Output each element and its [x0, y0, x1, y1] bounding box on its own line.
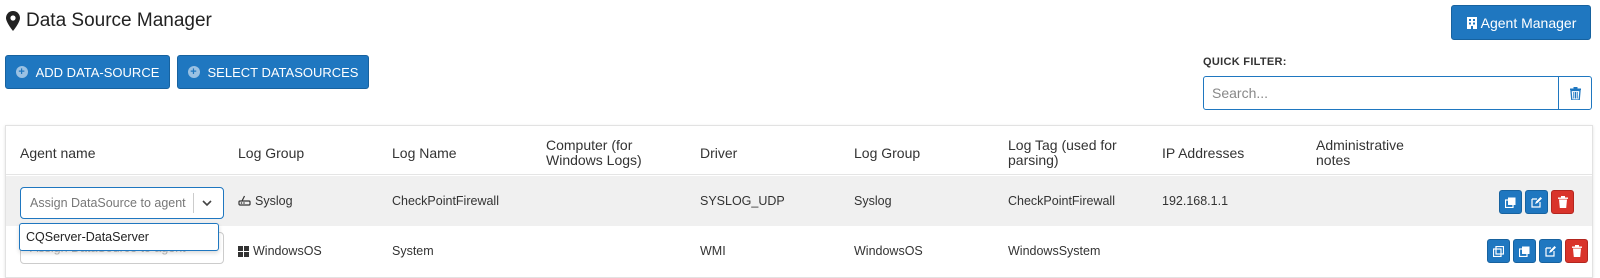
log-name-cell: CheckPointFirewall [392, 194, 499, 208]
log-group-2-cell: Syslog [854, 194, 892, 208]
log-group-text: Syslog [255, 194, 293, 208]
edit-icon [1545, 245, 1556, 257]
column-header-log-group-2[interactable]: Log Group [854, 136, 920, 170]
agent-manager-label: Agent Manager [1480, 14, 1577, 31]
clear-filter-button[interactable] [1558, 76, 1592, 110]
copy-button[interactable] [1513, 239, 1536, 263]
quick-filter-label: QUICK FILTER: [1203, 56, 1287, 68]
select-datasources-button[interactable]: + SELECT DATASOURCES [177, 55, 369, 89]
page-title: Data Source Manager [6, 8, 212, 34]
select-divider [193, 193, 194, 213]
page-title-text: Data Source Manager [26, 10, 212, 31]
column-header-log-group[interactable]: Log Group [238, 136, 304, 170]
column-header-ip-addresses[interactable]: IP Addresses [1162, 136, 1244, 170]
header-divider [6, 174, 1592, 175]
delete-button[interactable] [1551, 190, 1574, 214]
network-icon [238, 195, 251, 206]
delete-button[interactable] [1565, 239, 1588, 263]
log-group-2-cell: WindowsOS [854, 244, 923, 258]
trash-icon [1571, 245, 1582, 257]
copy-button[interactable] [1499, 190, 1522, 214]
agent-select[interactable]: Assign DataSource to agent [20, 187, 224, 219]
chevron-down-icon [202, 200, 212, 207]
agent-dropdown-option[interactable]: CQServer-DataServer [19, 223, 219, 251]
column-header-agent-name[interactable]: Agent name [20, 136, 96, 170]
column-header-driver[interactable]: Driver [700, 136, 737, 170]
add-data-source-label: ADD DATA-SOURCE [35, 64, 160, 80]
log-name-cell: System [392, 244, 434, 258]
clone-button[interactable] [1487, 239, 1510, 263]
data-sources-table: Agent name Log Group Log Name Computer (… [5, 125, 1593, 278]
plus-circle-icon: + [15, 66, 28, 78]
windows-icon [238, 245, 249, 257]
column-header-computer[interactable]: Computer (for Windows Logs) [546, 136, 661, 170]
driver-cell: WMI [700, 244, 726, 258]
edit-button[interactable] [1539, 239, 1562, 263]
select-datasources-label: SELECT DATASOURCES [207, 64, 359, 80]
table-row[interactable]: Assign DataSource to agent Syslog CheckP… [6, 176, 1592, 226]
edit-icon [1531, 196, 1542, 208]
log-tag-cell: WindowsSystem [1008, 244, 1101, 258]
ip-address-cell: 192.168.1.1 [1162, 194, 1229, 208]
copy-icon [1519, 246, 1530, 257]
map-pin-icon [6, 11, 20, 31]
log-tag-cell: CheckPointFirewall [1008, 194, 1115, 208]
building-icon [1466, 17, 1477, 29]
table-row[interactable]: Assign DataSource to agent WindowsOS Sys… [6, 226, 1592, 277]
copy-icon [1505, 197, 1516, 208]
trash-icon [1557, 196, 1568, 208]
log-group-cell: WindowsOS [238, 226, 322, 276]
agent-manager-button[interactable]: Agent Manager [1451, 5, 1591, 40]
edit-button[interactable] [1525, 190, 1548, 214]
column-header-log-name[interactable]: Log Name [392, 136, 457, 170]
trash-icon [1569, 86, 1581, 100]
agent-select-placeholder: Assign DataSource to agent [30, 196, 186, 210]
add-data-source-button[interactable]: + ADD DATA-SOURCE [5, 55, 170, 89]
clone-icon [1493, 245, 1504, 257]
plus-circle-icon: + [187, 66, 200, 78]
log-group-text: WindowsOS [253, 244, 322, 258]
column-header-log-tag[interactable]: Log Tag (used for parsing) [1008, 136, 1128, 170]
driver-cell: SYSLOG_UDP [700, 194, 785, 208]
search-input[interactable] [1203, 76, 1559, 110]
column-header-admin-notes[interactable]: Administrative notes [1316, 136, 1416, 170]
log-group-cell: Syslog [238, 176, 293, 226]
